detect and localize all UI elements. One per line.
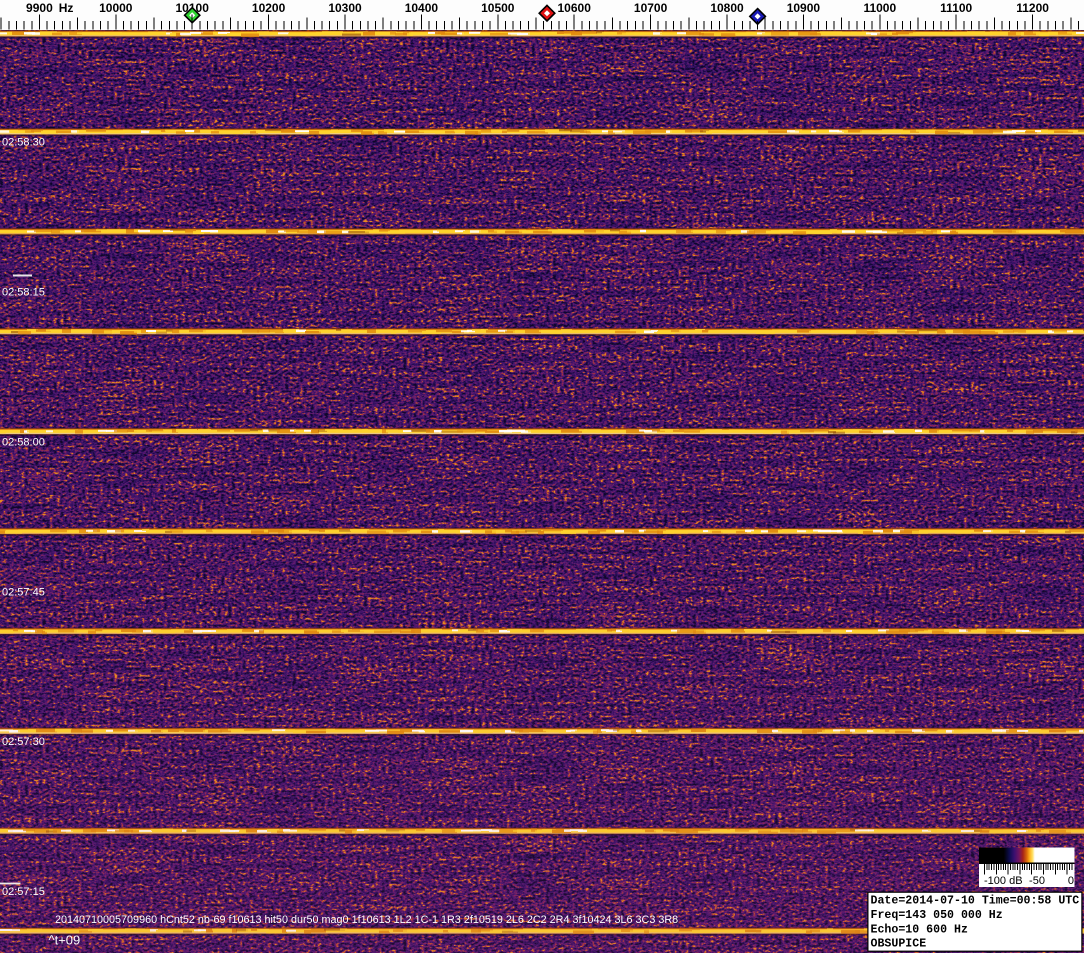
- svg-text:10200: 10200: [252, 1, 286, 15]
- svg-text:-50: -50: [1029, 875, 1045, 887]
- svg-text:20140710005709960 hCnt52 nb-69: 20140710005709960 hCnt52 nb-69 f10613 hi…: [55, 914, 678, 926]
- svg-text:Date=2014-07-10 Time=00:58 UTC: Date=2014-07-10 Time=00:58 UTC: [871, 895, 1080, 908]
- svg-text:10500: 10500: [481, 1, 515, 15]
- svg-text:02:58:00: 02:58:00: [2, 436, 45, 448]
- svg-text:10600: 10600: [558, 1, 592, 15]
- svg-text:0: 0: [1068, 875, 1074, 887]
- svg-text:02:57:30: 02:57:30: [2, 736, 45, 748]
- svg-text:10400: 10400: [405, 1, 439, 15]
- svg-text:11000: 11000: [863, 1, 896, 15]
- svg-text:OBSUPICE: OBSUPICE: [871, 938, 927, 951]
- svg-text:10300: 10300: [328, 1, 362, 15]
- svg-text:10900: 10900: [787, 1, 821, 15]
- svg-text:11200: 11200: [1016, 1, 1049, 15]
- svg-text:9900: 9900: [26, 1, 53, 15]
- svg-text:10000: 10000: [99, 1, 133, 15]
- svg-text:10800: 10800: [710, 1, 744, 15]
- svg-text:02:57:45: 02:57:45: [2, 586, 45, 598]
- svg-text:-100 dB: -100 dB: [984, 875, 1023, 887]
- svg-text:Hz: Hz: [55, 1, 73, 15]
- svg-text:Echo=10 600 Hz: Echo=10 600 Hz: [871, 924, 968, 937]
- svg-text:11100: 11100: [940, 1, 972, 15]
- svg-text:10700: 10700: [634, 1, 668, 15]
- svg-text:02:58:15: 02:58:15: [2, 287, 45, 299]
- svg-text:02:58:30: 02:58:30: [2, 137, 45, 149]
- svg-text:02:57:15: 02:57:15: [2, 886, 45, 898]
- svg-text:^t+09: ^t+09: [49, 933, 81, 948]
- svg-text:Freq=143 050 000 Hz: Freq=143 050 000 Hz: [871, 909, 1003, 922]
